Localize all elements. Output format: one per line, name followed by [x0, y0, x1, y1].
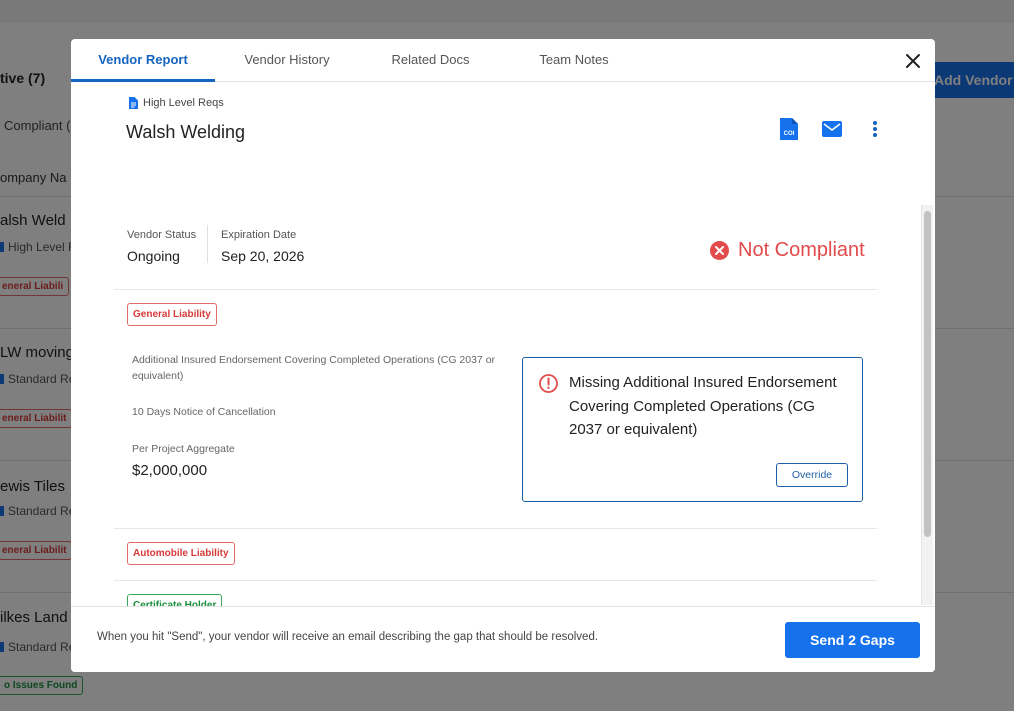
- vendor-name: Walsh Welding: [126, 122, 246, 142]
- gap-card: Missing Additional Insured Endorsement C…: [522, 357, 863, 502]
- modal-content: High Level Reqs Walsh Welding COI Vendor…: [71, 83, 935, 606]
- compliance-status: Not Compliant: [710, 239, 865, 262]
- coi-document-icon[interactable]: COI: [776, 116, 802, 142]
- vendor-status-label: Vendor Status: [127, 229, 197, 241]
- tab-related-docs[interactable]: Related Docs: [359, 39, 502, 82]
- override-button[interactable]: Override: [776, 463, 848, 487]
- meta-divider: [207, 225, 208, 263]
- tab-team-notes[interactable]: Team Notes: [502, 39, 646, 82]
- section-divider: [114, 580, 877, 581]
- email-icon[interactable]: [819, 116, 845, 142]
- certificate-holder-tag[interactable]: Certificate Holder: [127, 594, 223, 606]
- error-circle-icon: [710, 241, 729, 260]
- tab-vendor-history[interactable]: Vendor History: [215, 39, 359, 82]
- coi-icon-label: COI: [784, 131, 795, 137]
- gap-message: Missing Additional Insured Endorsement C…: [569, 374, 837, 438]
- requirement-per-project-aggregate: Per Project Aggregate: [132, 443, 235, 455]
- modal-footer: When you hit "Send", your vendor will re…: [71, 606, 935, 672]
- document-icon: [129, 97, 138, 109]
- tab-vendor-report[interactable]: Vendor Report: [71, 39, 215, 82]
- close-icon[interactable]: [903, 51, 923, 71]
- compliance-status-text: Not Compliant: [738, 239, 865, 261]
- expiration-date-label: Expiration Date: [221, 229, 297, 241]
- requirement-notice-of-cancellation: 10 Days Notice of Cancellation: [132, 406, 276, 418]
- alert-circle-icon: [539, 374, 558, 398]
- requirement-additional-insured: Additional Insured Endorsement Covering …: [132, 354, 496, 382]
- vendor-report-modal: Vendor Report Vendor History Related Doc…: [71, 39, 935, 672]
- modal-tabs: Vendor Report Vendor History Related Doc…: [71, 39, 935, 82]
- more-options-icon[interactable]: [862, 116, 888, 142]
- vendor-status-value: Ongoing: [127, 248, 180, 264]
- section-divider: [114, 289, 877, 290]
- general-liability-tag[interactable]: General Liability: [127, 303, 217, 326]
- requirements-set-label: High Level Reqs: [143, 97, 224, 109]
- send-note: When you hit "Send", your vendor will re…: [97, 631, 599, 643]
- aggregate-value: $2,000,000: [132, 462, 208, 479]
- requirements-set[interactable]: High Level Reqs: [128, 97, 224, 109]
- section-divider: [114, 528, 877, 529]
- expiration-date-value: Sep 20, 2026: [221, 248, 305, 264]
- send-gaps-button[interactable]: Send 2 Gaps: [785, 622, 920, 658]
- automobile-liability-tag[interactable]: Automobile Liability: [127, 542, 235, 565]
- scrollbar-thumb[interactable]: [924, 211, 931, 537]
